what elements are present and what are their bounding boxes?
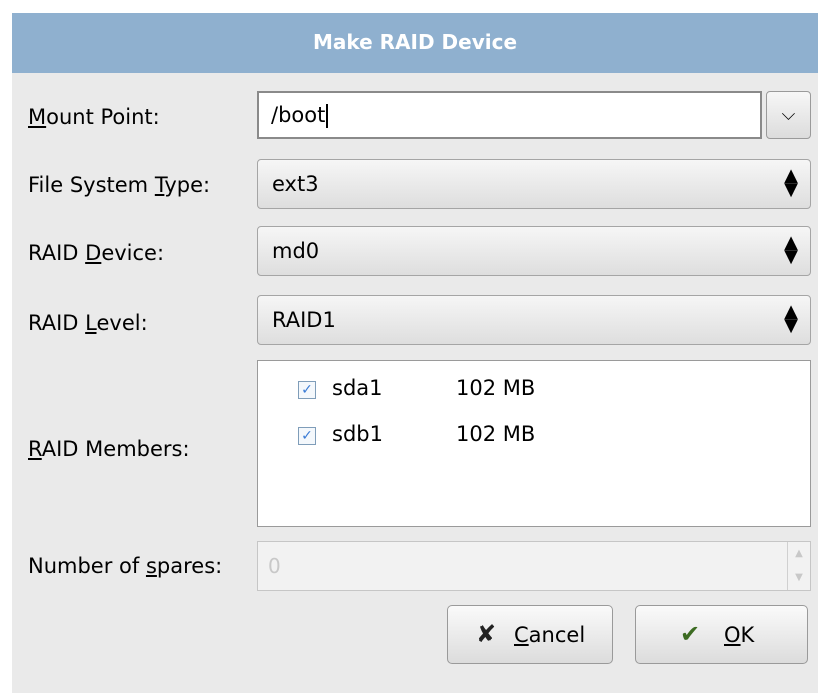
- spares-label-pre: Number of: [28, 554, 146, 578]
- up-down-arrows-icon: ▲ ▼: [784, 301, 798, 336]
- checkmark-hand-icon: ✔: [680, 620, 701, 648]
- spares-spinbutton[interactable]: 0 ▲ ▼: [257, 541, 811, 591]
- raid-members-list: ✓ sda1 102 MB ✓ sdb1 102 MB: [257, 360, 811, 527]
- fs-type-mnemonic: T: [154, 173, 165, 197]
- raid-device-select[interactable]: md0 ▲ ▼: [257, 226, 811, 276]
- member-size: 102 MB: [456, 376, 536, 400]
- member-device: sda1: [332, 376, 383, 400]
- cancel-label-text: ancel: [528, 623, 586, 647]
- mount-point-dropdown-button[interactable]: ⌵: [766, 91, 811, 139]
- raid-members-mnemonic: R: [28, 437, 42, 461]
- cancel-mnemonic: C: [514, 623, 529, 647]
- make-raid-device-dialog: Make RAID Device Mount Point: /boot ⌵ Fi…: [12, 13, 818, 693]
- ok-button[interactable]: ✔ OK: [635, 605, 808, 664]
- fs-type-label-pre: File System: [28, 173, 155, 197]
- up-down-arrows-icon: ▲ ▼: [784, 232, 798, 267]
- raid-device-label-post: evice:: [101, 241, 165, 265]
- mount-point-combo: /boot ⌵: [257, 91, 811, 143]
- fs-type-value: ext3: [272, 172, 319, 196]
- raid-device-mnemonic: D: [85, 241, 102, 265]
- fs-type-select[interactable]: ext3 ▲ ▼: [257, 159, 811, 209]
- up-down-arrows-icon: ▲ ▼: [784, 165, 798, 200]
- spares-mnemonic: s: [145, 554, 157, 578]
- mount-point-label: Mount Point:: [28, 105, 160, 129]
- raid-level-label-pre: RAID: [28, 311, 86, 335]
- cancel-button-label: Cancel: [514, 623, 585, 647]
- raid-device-value: md0: [272, 239, 320, 263]
- raid-level-label: RAID Level:: [28, 311, 148, 335]
- text-caret: [326, 104, 329, 128]
- mount-point-text: /boot: [271, 103, 326, 127]
- mount-point-mnemonic: M: [28, 105, 47, 129]
- x-mark-icon: ✘: [476, 620, 497, 648]
- raid-members-label: RAID Members:: [28, 437, 190, 461]
- raid-level-mnemonic: L: [85, 311, 97, 335]
- spin-arrows-icon[interactable]: ▲ ▼: [787, 542, 810, 590]
- ok-mnemonic: O: [724, 623, 741, 647]
- raid-members-label-text: AID Members:: [41, 437, 190, 461]
- member-checkbox[interactable]: ✓: [298, 427, 316, 445]
- spares-value: 0: [268, 554, 281, 578]
- member-device: sdb1: [332, 422, 383, 446]
- mount-point-value: /boot: [271, 103, 329, 128]
- raid-level-label-post: evel:: [96, 311, 148, 335]
- fs-type-label-post: ype:: [164, 173, 211, 197]
- chevron-down-icon: ⌵: [781, 104, 796, 125]
- raid-device-label-pre: RAID: [28, 241, 86, 265]
- ok-button-label: OK: [724, 623, 754, 647]
- ok-label-text: K: [740, 623, 755, 647]
- cancel-button[interactable]: ✘ Cancel: [447, 605, 613, 664]
- raid-device-label: RAID Device:: [28, 241, 164, 265]
- spares-label-post: pares:: [156, 554, 223, 578]
- dialog-title: Make RAID Device: [312, 30, 518, 54]
- member-size: 102 MB: [456, 422, 536, 446]
- title-bar: Make RAID Device: [12, 13, 818, 73]
- fs-type-label: File System Type:: [28, 173, 210, 197]
- raid-level-value: RAID1: [272, 308, 336, 332]
- mount-point-label-text: ount Point:: [46, 105, 160, 129]
- member-checkbox[interactable]: ✓: [298, 381, 316, 399]
- spares-label: Number of spares:: [28, 554, 222, 578]
- raid-level-select[interactable]: RAID1 ▲ ▼: [257, 295, 811, 345]
- mount-point-input[interactable]: /boot: [257, 91, 762, 139]
